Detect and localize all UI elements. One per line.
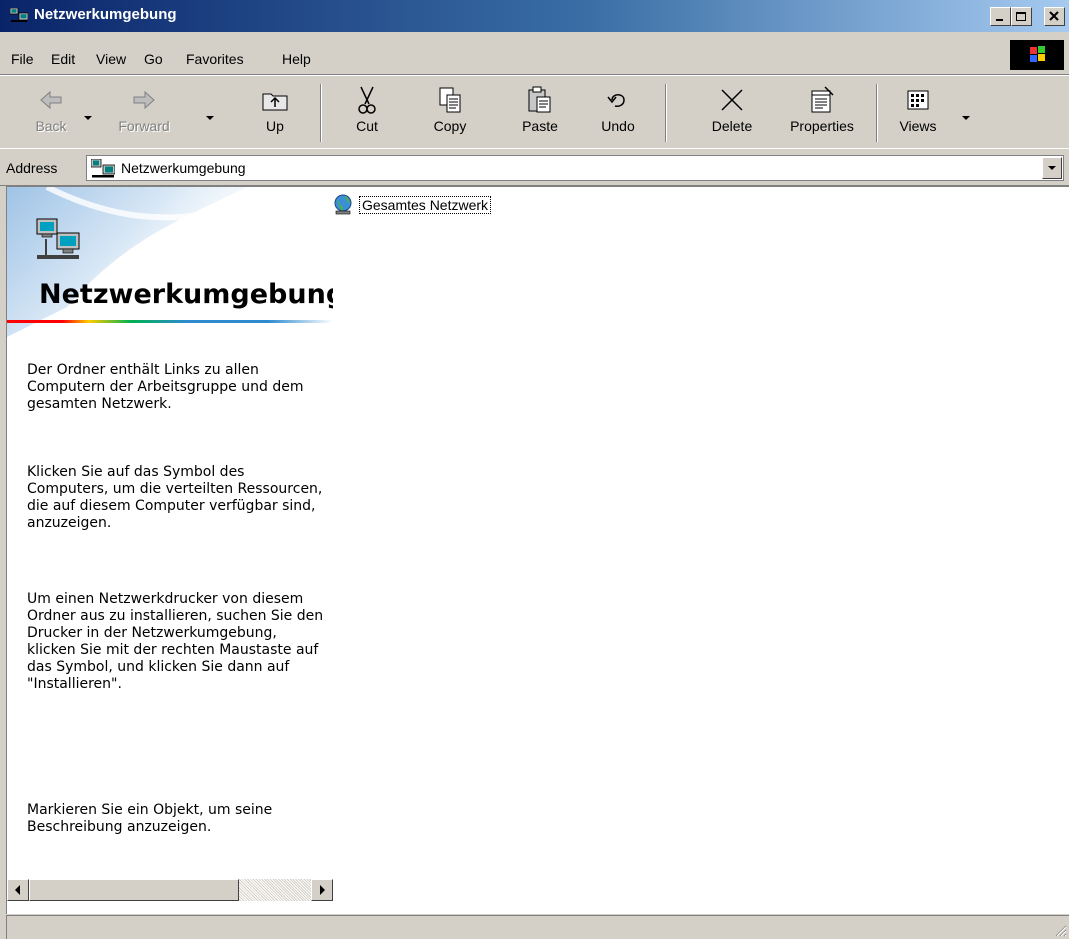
windows-flag-icon [1030,46,1045,62]
toolbar: Back Forward Up Cut Copy Paste Undo Dele… [0,75,1069,149]
content-area: Netzwerkumgebung Der Ordner enthält Link… [6,186,1069,914]
description-paragraph: Markieren Sie ein Objekt, um seine Besch… [27,802,273,835]
scroll-track[interactable] [239,879,311,901]
close-button[interactable] [1044,7,1065,26]
up-button[interactable]: Up [250,82,300,144]
network-neighborhood-icon [91,159,115,178]
scissors-icon [358,86,376,114]
address-input[interactable]: Netzwerkumgebung [86,155,1064,181]
forward-label: Forward [118,118,170,134]
up-label: Up [266,118,284,134]
menu-help[interactable]: Help [282,51,311,67]
copy-icon [439,87,461,113]
properties-label: Properties [790,118,854,134]
undo-icon [607,94,625,107]
address-dropdown-button[interactable] [1042,157,1062,179]
scroll-right-arrow-icon [320,885,325,895]
toolbar-separator [320,84,322,142]
views-label: Views [899,118,937,134]
views-dropdown[interactable] [962,116,970,120]
description-paragraph: Der Ordner enthält Links zu allen Comput… [27,362,304,412]
scroll-left-arrow-icon [15,885,20,895]
views-icon [907,90,929,110]
toolbar-separator [665,84,667,142]
menu-view[interactable]: View [96,51,126,67]
forward-arrow-icon [133,90,155,110]
copy-label: Copy [433,118,467,134]
menu-file[interactable]: File [11,51,34,67]
menu-go[interactable]: Go [144,51,163,67]
paste-clipboard-icon [528,86,551,113]
scroll-left-button[interactable] [7,879,29,901]
scroll-right-button[interactable] [311,879,333,901]
status-bar [0,913,1069,939]
menu-edit[interactable]: Edit [51,51,75,67]
maximize-icon [1016,12,1026,21]
menu-bar: File Edit View Go Favorites Help [0,34,1069,75]
undo-button[interactable]: Undo [590,82,646,144]
menu-favorites[interactable]: Favorites [186,51,244,67]
forward-button[interactable]: Forward [106,82,182,144]
back-label: Back [35,118,67,134]
copy-button[interactable]: Copy [422,82,478,144]
delete-x-icon [721,89,743,111]
close-icon [1049,11,1059,21]
chevron-down-icon [1048,166,1056,170]
back-button[interactable]: Back [26,82,76,144]
title-bar[interactable]: Netzwerkumgebung [0,0,1069,32]
up-folder-icon [262,93,288,111]
item-label: Gesamtes Netzwerk [359,196,492,214]
properties-icon [811,86,834,113]
watermark-swoosh [7,187,247,337]
network-neighborhood-icon [10,8,28,22]
delete-label: Delete [711,118,753,134]
pane-title: Netzwerkumgebung [39,279,333,310]
maximize-button[interactable] [1011,7,1032,26]
address-value: Netzwerkumgebung [121,160,246,176]
globe-network-icon [334,194,352,215]
cut-button[interactable]: Cut [342,82,392,144]
delete-button[interactable]: Delete [700,82,764,144]
explorer-window: Netzwerkumgebung File Edit View Go Favor… [0,0,1069,939]
toolbar-separator [876,84,878,142]
properties-button[interactable]: Properties [780,82,864,144]
paste-label: Paste [522,118,558,134]
scroll-thumb[interactable] [29,879,239,901]
minimize-icon [996,19,1003,21]
windows-logo [1010,40,1064,70]
description-paragraph: Klicken Sie auf das Symbol des Computers… [27,464,323,531]
back-arrow-icon [40,90,62,110]
views-button[interactable]: Views [888,82,948,144]
forward-dropdown[interactable] [206,116,214,120]
address-label: Address [6,160,58,176]
title-underline [7,320,333,323]
horizontal-scrollbar[interactable] [7,879,333,901]
network-neighborhood-icon [36,218,80,259]
resize-grip-icon[interactable] [1053,923,1067,937]
address-bar: Address Netzwerkumgebung [0,148,1069,186]
window-title: Netzwerkumgebung [34,6,177,23]
cut-label: Cut [356,118,378,134]
description-paragraph: Um einen Netzwerkdrucker von diesem Ordn… [27,591,324,692]
back-dropdown[interactable] [84,116,92,120]
paste-button[interactable]: Paste [512,82,568,144]
info-pane: Netzwerkumgebung Der Ordner enthält Link… [7,187,333,879]
undo-label: Undo [601,118,635,134]
minimize-button[interactable] [990,7,1011,26]
status-field [6,915,1069,939]
